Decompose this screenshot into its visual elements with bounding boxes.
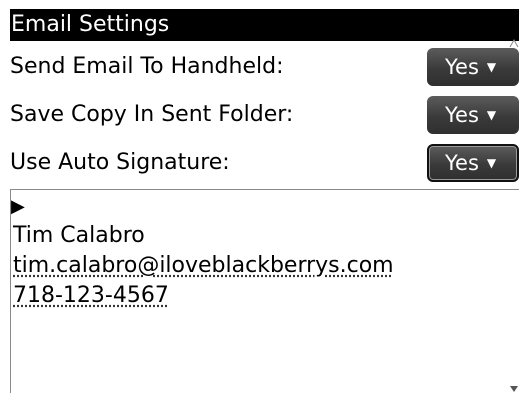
dropdown-value: Yes (445, 103, 479, 127)
setting-row-save-copy-sent: Save Copy In Sent Folder: Yes ▼ (10, 91, 519, 139)
auto-signature-text-area[interactable]: ▶ Tim Calabro tim.calabro@iloveblackberr… (10, 190, 519, 393)
email-settings-screen: Email Settings Send Email To Handheld: Y… (10, 0, 519, 393)
setting-label-auto-signature: Use Auto Signature: (10, 150, 230, 175)
send-to-handheld-dropdown[interactable]: Yes ▼ (427, 48, 519, 86)
chevron-down-icon: ▼ (486, 156, 497, 170)
setting-label-send-to-handheld: Send Email To Handheld: (10, 54, 284, 79)
signature-email-link[interactable]: tim.calabro@iloveblackberrys.com (13, 252, 394, 280)
save-copy-sent-dropdown[interactable]: Yes ▼ (427, 96, 519, 134)
text-cursor-arrow-icon: ▶ (11, 196, 25, 217)
dropdown-value: Yes (445, 55, 479, 79)
setting-row-auto-signature: Use Auto Signature: Yes ▼ (10, 139, 519, 187)
setting-row-send-to-handheld: Send Email To Handheld: Yes ▼ (10, 43, 519, 91)
setting-label-save-copy-sent: Save Copy In Sent Folder: (10, 102, 294, 127)
chevron-down-icon: ▼ (486, 60, 497, 74)
scroll-down-indicator-icon (510, 386, 518, 392)
screen-title: Email Settings (10, 9, 519, 41)
chevron-down-icon: ▼ (486, 108, 497, 122)
dropdown-value: Yes (445, 151, 479, 175)
auto-signature-dropdown[interactable]: Yes ▼ (427, 144, 519, 182)
signature-phone-link[interactable]: 718-123-4567 (13, 282, 169, 310)
signature-name: Tim Calabro (13, 223, 145, 248)
